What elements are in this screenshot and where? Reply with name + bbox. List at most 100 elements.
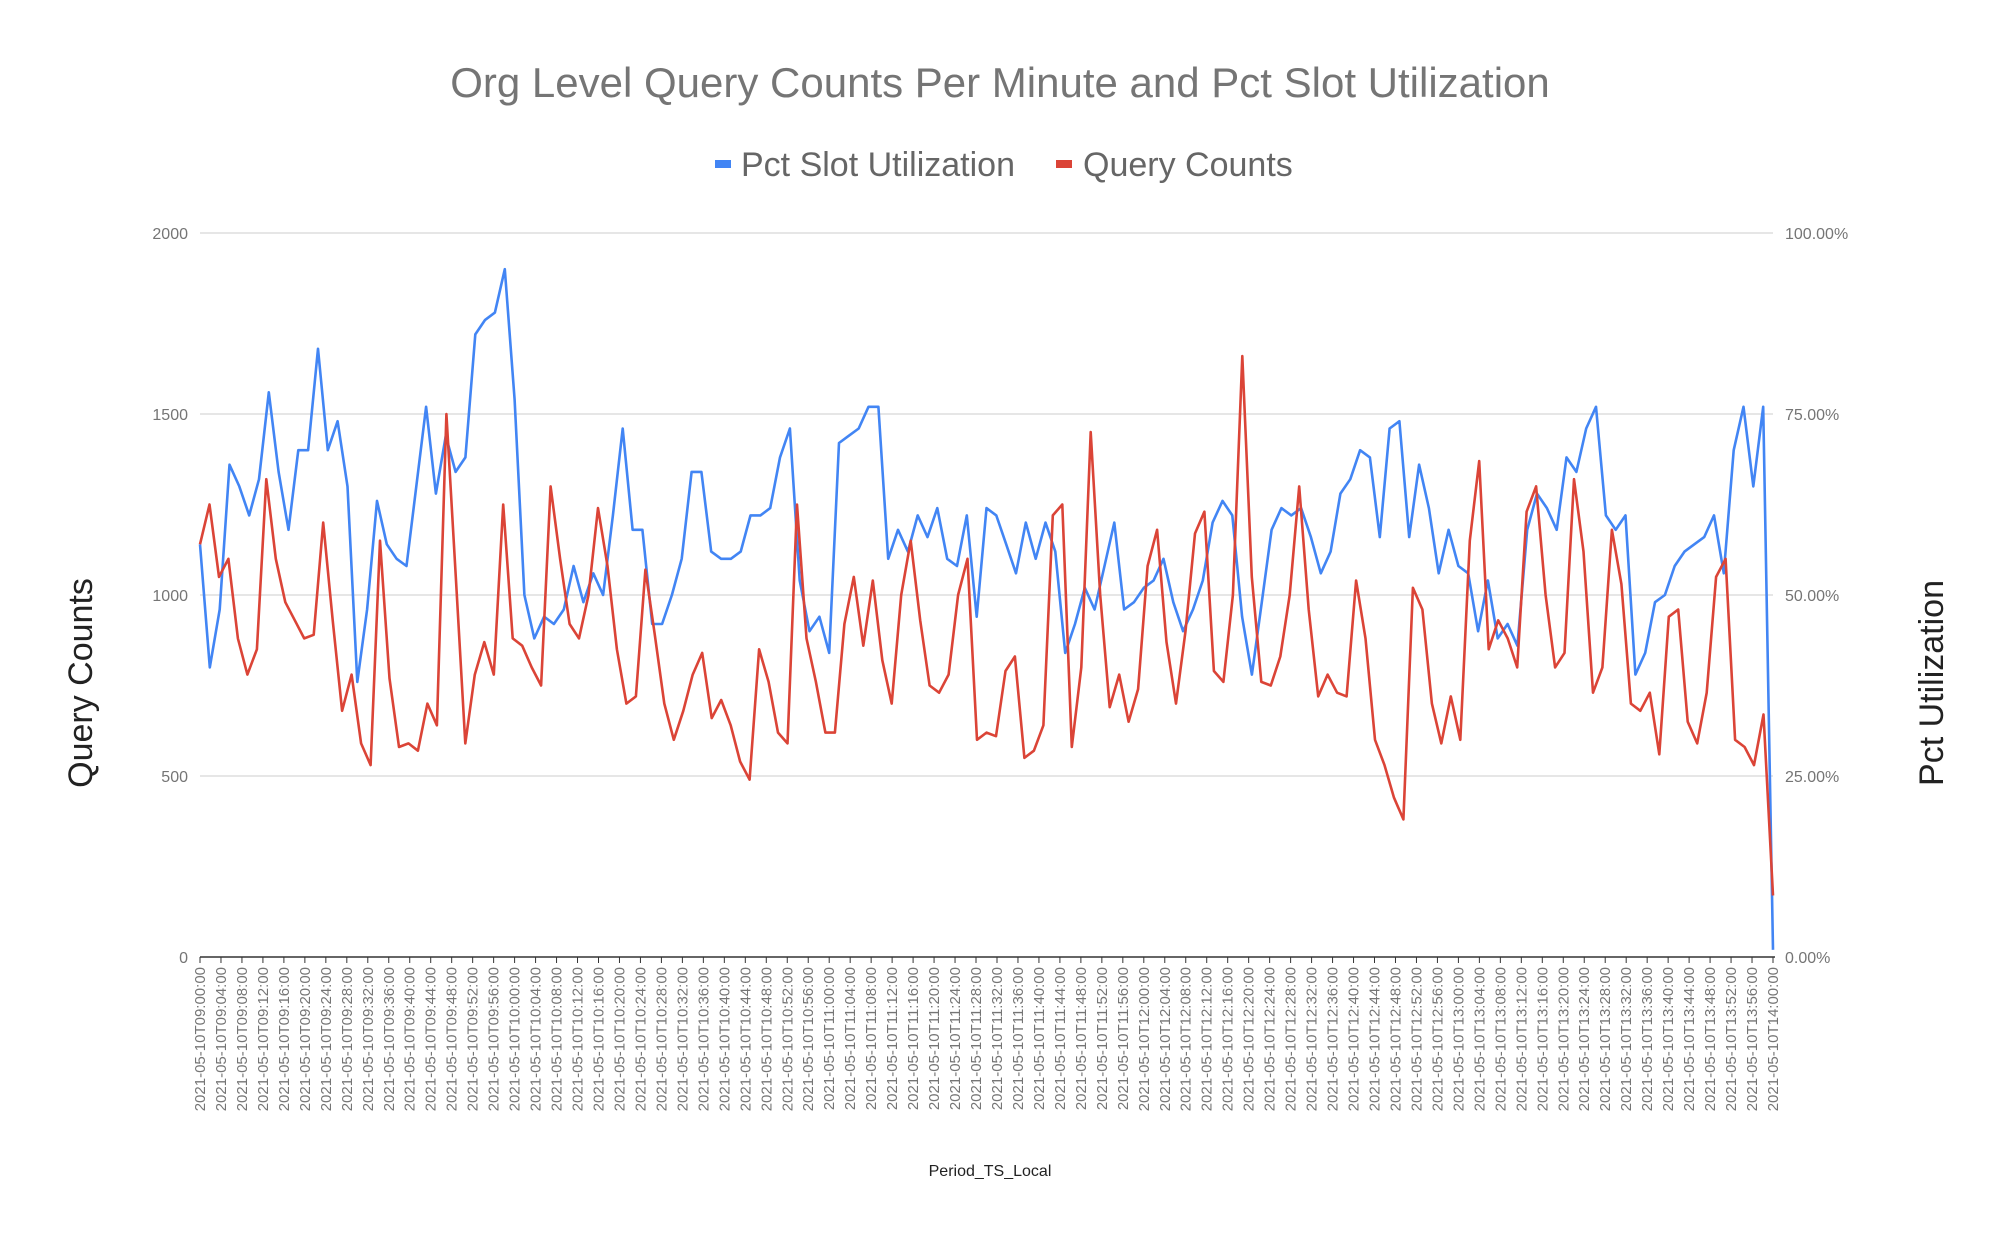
series-lines bbox=[198, 267, 1775, 950]
y-tick-label-left: 2000 bbox=[152, 226, 188, 243]
legend-label-pct-slot[interactable]: Pct Slot Utilization bbox=[741, 146, 1015, 184]
x-tick-label: 2021-05-10T11:36:00 bbox=[1010, 967, 1027, 1110]
x-tick-label: 2021-05-10T09:32:00 bbox=[360, 967, 377, 1111]
x-tick-label: 2021-05-10T12:44:00 bbox=[1367, 967, 1384, 1111]
x-tick-label: 2021-05-10T11:16:00 bbox=[905, 967, 922, 1110]
x-tick-label: 2021-05-10T09:52:00 bbox=[465, 967, 482, 1111]
x-tick-label: 2021-05-10T11:52:00 bbox=[1094, 967, 1111, 1110]
x-tick-label: 2021-05-10T13:28:00 bbox=[1597, 967, 1614, 1111]
x-tick-label: 2021-05-10T10:32:00 bbox=[674, 967, 691, 1111]
x-tick-label: 2021-05-10T13:04:00 bbox=[1471, 967, 1488, 1111]
x-tick-label: 2021-05-10T10:52:00 bbox=[779, 967, 796, 1111]
x-tick-label: 2021-05-10T13:36:00 bbox=[1639, 967, 1656, 1111]
x-tick-label: 2021-05-10T09:24:00 bbox=[318, 967, 335, 1111]
x-tick-label: 2021-05-10T13:52:00 bbox=[1723, 967, 1740, 1111]
series-line-query-counts bbox=[198, 354, 1775, 896]
x-tick-label: 2021-05-10T10:56:00 bbox=[800, 967, 817, 1111]
x-tick-label: 2021-05-10T12:04:00 bbox=[1157, 967, 1174, 1111]
x-tick-label: 2021-05-10T09:56:00 bbox=[486, 967, 503, 1111]
x-tick-label: 2021-05-10T09:12:00 bbox=[255, 967, 272, 1111]
legend-swatch-query-counts bbox=[1056, 160, 1072, 168]
x-tick-label: 2021-05-10T12:52:00 bbox=[1408, 967, 1425, 1111]
x-tick-label: 2021-05-10T14:00:00 bbox=[1765, 967, 1782, 1111]
x-tick-label: 2021-05-10T10:44:00 bbox=[737, 967, 754, 1111]
x-tick-label: 2021-05-10T09:04:00 bbox=[213, 967, 230, 1111]
x-tick-label: 2021-05-10T10:08:00 bbox=[549, 967, 566, 1111]
chart: Org Level Query Counts Per Minute and Pc… bbox=[62, 59, 1951, 1180]
x-tick-label: 2021-05-10T13:40:00 bbox=[1660, 967, 1677, 1111]
x-tick-label: 2021-05-10T09:36:00 bbox=[381, 967, 398, 1111]
y-tick-label-right: 50.00% bbox=[1785, 588, 1839, 605]
x-tick-label: 2021-05-10T11:00:00 bbox=[821, 967, 838, 1110]
x-tick-label: 2021-05-10T12:16:00 bbox=[1220, 967, 1237, 1111]
series-line-pct-slot-utilization bbox=[198, 267, 1775, 950]
x-tick-label: 2021-05-10T09:28:00 bbox=[339, 967, 356, 1111]
y-tick-label-left: 1000 bbox=[152, 588, 188, 605]
y-tick-label-right: 100.00% bbox=[1785, 226, 1848, 243]
x-tick-label: 2021-05-10T13:44:00 bbox=[1681, 967, 1698, 1111]
x-tick-label: 2021-05-10T13:16:00 bbox=[1534, 967, 1551, 1111]
x-tick-label: 2021-05-10T10:16:00 bbox=[590, 967, 607, 1111]
x-tick-label: 2021-05-10T13:56:00 bbox=[1744, 967, 1761, 1111]
y-axis-right-title: Pct Utilization bbox=[1913, 580, 1951, 786]
legend-label-query-counts[interactable]: Query Counts bbox=[1083, 146, 1293, 184]
x-tick-label: 2021-05-10T13:00:00 bbox=[1450, 967, 1467, 1111]
y-tick-label-left: 500 bbox=[161, 769, 188, 786]
x-tick-label: 2021-05-10T12:32:00 bbox=[1304, 967, 1321, 1111]
x-tick-label: 2021-05-10T12:20:00 bbox=[1241, 967, 1258, 1111]
x-tick-label: 2021-05-10T12:28:00 bbox=[1283, 967, 1300, 1111]
x-tick-label: 2021-05-10T11:40:00 bbox=[1031, 967, 1048, 1110]
x-tick-label: 2021-05-10T13:24:00 bbox=[1576, 967, 1593, 1111]
x-tick-label: 2021-05-10T10:12:00 bbox=[570, 967, 587, 1111]
x-tick-label: 2021-05-10T10:20:00 bbox=[611, 967, 628, 1111]
x-tick-label: 2021-05-10T12:48:00 bbox=[1387, 967, 1404, 1111]
y-tick-label-right: 0.00% bbox=[1785, 950, 1830, 967]
x-tick-label: 2021-05-10T12:36:00 bbox=[1325, 967, 1342, 1111]
x-tick-label: 2021-05-10T09:44:00 bbox=[423, 967, 440, 1111]
x-tick-label: 2021-05-10T11:44:00 bbox=[1052, 967, 1069, 1110]
x-tick-label: 2021-05-10T13:08:00 bbox=[1492, 967, 1509, 1111]
x-tick-label: 2021-05-10T11:20:00 bbox=[926, 967, 943, 1110]
x-tick-label: 2021-05-10T11:08:00 bbox=[863, 967, 880, 1110]
x-tick-label: 2021-05-10T12:08:00 bbox=[1178, 967, 1195, 1111]
x-tick-label: 2021-05-10T12:00:00 bbox=[1136, 967, 1153, 1111]
chart-title: Org Level Query Counts Per Minute and Pc… bbox=[450, 59, 1550, 106]
x-tick-label: 2021-05-10T10:48:00 bbox=[758, 967, 775, 1111]
x-tick-label: 2021-05-10T11:48:00 bbox=[1073, 967, 1090, 1110]
x-tick-label: 2021-05-10T10:00:00 bbox=[507, 967, 524, 1111]
x-tick-label: 2021-05-10T09:48:00 bbox=[444, 967, 461, 1111]
x-tick-label: 2021-05-10T11:28:00 bbox=[968, 967, 985, 1110]
x-tick-label: 2021-05-10T12:24:00 bbox=[1262, 967, 1279, 1111]
x-axis-ticks: 2021-05-10T09:00:00 2021-05-10T09:04:00 20… bbox=[192, 957, 1782, 1111]
y-axis-left-title: Query Counts bbox=[62, 578, 100, 788]
x-tick-label: 2021-05-10T11:12:00 bbox=[884, 967, 901, 1110]
x-axis-title: Period_TS_Local bbox=[929, 1163, 1052, 1180]
legend: Pct Slot Utilization Query Counts bbox=[715, 146, 1293, 184]
x-tick-label: 2021-05-10T11:04:00 bbox=[842, 967, 859, 1110]
x-tick-label: 2021-05-10T10:40:00 bbox=[716, 967, 733, 1111]
x-tick-label: 2021-05-10T11:24:00 bbox=[947, 967, 964, 1110]
y-tick-label-right: 25.00% bbox=[1785, 769, 1839, 786]
x-tick-label: 2021-05-10T13:12:00 bbox=[1513, 967, 1530, 1111]
y-tick-label-right: 75.00% bbox=[1785, 407, 1839, 424]
y-tick-label-left: 0 bbox=[179, 950, 188, 967]
x-tick-label: 2021-05-10T09:20:00 bbox=[297, 967, 314, 1111]
x-tick-label: 2021-05-10T09:16:00 bbox=[276, 967, 293, 1111]
x-tick-label: 2021-05-10T10:28:00 bbox=[653, 967, 670, 1111]
y-axis-right-ticks: 0.00% 25.00% 50.00% 75.00% 100.00% bbox=[1785, 226, 1848, 967]
y-axis-left-ticks: 0 500 1000 1500 2000 bbox=[152, 226, 188, 967]
x-tick-label: 2021-05-10T09:08:00 bbox=[234, 967, 251, 1111]
x-tick-label: 2021-05-10T11:32:00 bbox=[989, 967, 1006, 1110]
x-tick-label: 2021-05-10T12:56:00 bbox=[1429, 967, 1446, 1111]
x-tick-label: 2021-05-10T10:36:00 bbox=[695, 967, 712, 1111]
x-tick-label: 2021-05-10T10:24:00 bbox=[632, 967, 649, 1111]
x-tick-label: 2021-05-10T11:56:00 bbox=[1115, 967, 1132, 1110]
x-tick-label: 2021-05-10T10:04:00 bbox=[528, 967, 545, 1111]
legend-swatch-pct-slot bbox=[715, 160, 731, 168]
x-tick-label: 2021-05-10T13:48:00 bbox=[1702, 967, 1719, 1111]
y-tick-label-left: 1500 bbox=[152, 407, 188, 424]
x-tick-label: 2021-05-10T09:40:00 bbox=[402, 967, 419, 1111]
x-tick-label: 2021-05-10T12:12:00 bbox=[1199, 967, 1216, 1111]
x-tick-label: 2021-05-10T13:32:00 bbox=[1618, 967, 1635, 1111]
x-tick-label: 2021-05-10T13:20:00 bbox=[1555, 967, 1572, 1111]
